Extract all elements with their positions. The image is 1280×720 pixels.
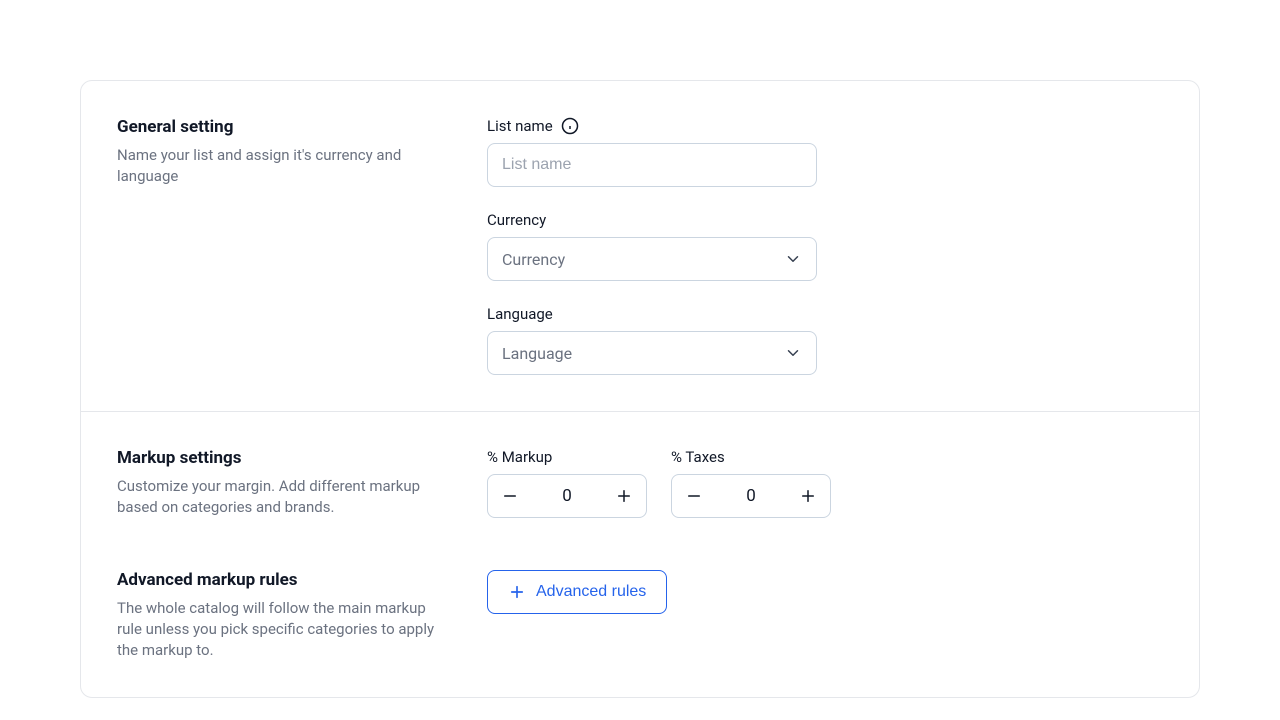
section-header: General setting Name your list and assig… bbox=[117, 117, 447, 375]
markup-decrement-button[interactable] bbox=[488, 475, 532, 517]
markup-percent-field: % Markup 0 bbox=[487, 448, 647, 518]
language-placeholder: Language bbox=[502, 344, 572, 363]
markup-section: Markup settings Customize your margin. A… bbox=[81, 411, 1199, 697]
general-fields: List name Currency Currency bbox=[487, 117, 1163, 375]
advanced-block: Advanced markup rules The whole catalog … bbox=[81, 554, 1199, 697]
currency-select[interactable]: Currency bbox=[487, 237, 817, 281]
taxes-percent-field: % Taxes 0 bbox=[671, 448, 831, 518]
list-name-label: List name bbox=[487, 117, 817, 135]
taxes-decrement-button[interactable] bbox=[672, 475, 716, 517]
language-select[interactable]: Language bbox=[487, 331, 817, 375]
currency-field: Currency Currency bbox=[487, 211, 817, 281]
advanced-rules-label: Advanced rules bbox=[536, 583, 646, 601]
markup-value[interactable]: 0 bbox=[532, 486, 602, 506]
list-name-label-text: List name bbox=[487, 117, 553, 135]
markup-title: Markup settings bbox=[117, 448, 447, 468]
taxes-percent-label: % Taxes bbox=[671, 448, 831, 466]
markup-percent-label: % Markup bbox=[487, 448, 647, 466]
currency-label: Currency bbox=[487, 211, 817, 229]
advanced-title: Advanced markup rules bbox=[117, 570, 447, 590]
currency-placeholder: Currency bbox=[502, 250, 565, 269]
list-name-input[interactable] bbox=[487, 143, 817, 187]
markup-stepper: 0 bbox=[487, 474, 647, 518]
advanced-header: Advanced markup rules The whole catalog … bbox=[117, 570, 447, 661]
chevron-down-icon bbox=[784, 250, 802, 268]
language-label: Language bbox=[487, 305, 817, 323]
chevron-down-icon bbox=[784, 344, 802, 362]
general-title: General setting bbox=[117, 117, 447, 137]
advanced-actions: Advanced rules bbox=[487, 570, 667, 661]
taxes-stepper: 0 bbox=[671, 474, 831, 518]
markup-description: Customize your margin. Add different mar… bbox=[117, 476, 447, 518]
advanced-description: The whole catalog will follow the main m… bbox=[117, 598, 447, 661]
taxes-increment-button[interactable] bbox=[786, 475, 830, 517]
markup-fields: % Markup 0 bbox=[487, 448, 1163, 518]
plus-icon bbox=[508, 583, 526, 601]
advanced-rules-button[interactable]: Advanced rules bbox=[487, 570, 667, 614]
settings-card: General setting Name your list and assig… bbox=[80, 80, 1200, 698]
taxes-value[interactable]: 0 bbox=[716, 486, 786, 506]
language-field: Language Language bbox=[487, 305, 817, 375]
markup-increment-button[interactable] bbox=[602, 475, 646, 517]
list-name-field: List name bbox=[487, 117, 817, 187]
markup-header: Markup settings Customize your margin. A… bbox=[117, 448, 447, 518]
general-description: Name your list and assign it's currency … bbox=[117, 145, 447, 187]
general-setting-section: General setting Name your list and assig… bbox=[81, 81, 1199, 411]
markup-block: Markup settings Customize your margin. A… bbox=[81, 412, 1199, 554]
info-icon[interactable] bbox=[561, 117, 579, 135]
